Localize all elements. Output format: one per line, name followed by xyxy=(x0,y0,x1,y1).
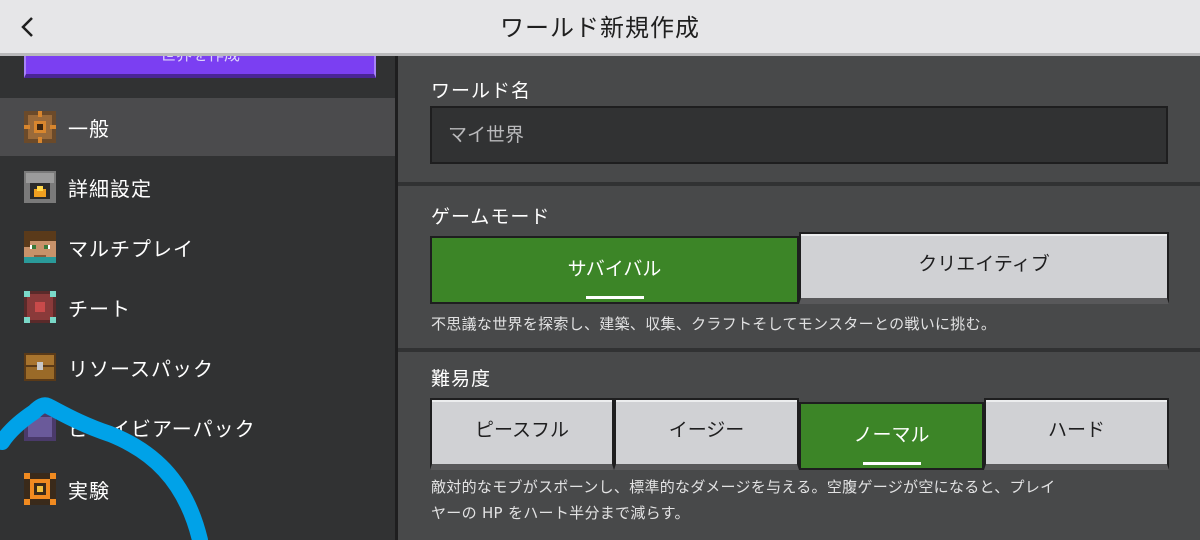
peaceful-label: ピースフル xyxy=(474,419,570,441)
sidebar-item-experiments[interactable]: 実験 xyxy=(0,460,395,518)
sidebar-item-multiplayer[interactable]: マルチプレイ xyxy=(0,218,395,276)
survival-button[interactable]: サバイバル xyxy=(430,236,799,304)
chest-icon xyxy=(24,351,56,383)
creative-button[interactable]: クリエイティブ xyxy=(799,232,1169,304)
sidebar-item-general[interactable]: 一般 xyxy=(0,98,395,156)
sidebar-item-label: 一般 xyxy=(68,116,110,141)
experiments-icon xyxy=(24,473,56,505)
hard-label: ハード xyxy=(1047,419,1105,441)
difficulty-label: 難易度 xyxy=(431,368,492,390)
sidebar-item-label: マルチプレイ xyxy=(68,236,194,261)
create-world-label: 世界を作成 xyxy=(160,56,240,64)
game-mode-section: ゲームモード サバイバル クリエイティブ 不思議な世界を探索し、建築、収集、クラ… xyxy=(398,186,1200,348)
difficulty-section: 難易度 ピースフル イージー ノーマル ハード 敵対的なモブがスポーンし、標準的… xyxy=(398,352,1200,540)
settings-panel: ワールド名 マイ世界 ゲームモード サバイバル クリエイティブ 不思議な世界を探… xyxy=(398,56,1200,540)
furnace-icon xyxy=(24,171,56,203)
peaceful-button[interactable]: ピースフル xyxy=(430,398,614,470)
normal-button[interactable]: ノーマル xyxy=(799,402,984,470)
sidebar-item-label: チート xyxy=(68,296,131,321)
command-block-icon xyxy=(24,291,56,323)
difficulty-description-line2: ヤーの HP をハート半分まで減らす。 xyxy=(431,504,690,522)
sidebar-item-advanced[interactable]: 詳細設定 xyxy=(0,158,395,216)
sidebar-item-label: 詳細設定 xyxy=(68,176,152,201)
player-head-icon xyxy=(24,231,56,263)
gear-block-icon xyxy=(24,111,56,143)
easy-label: イージー xyxy=(668,419,745,441)
selected-indicator xyxy=(862,462,921,465)
page-title: ワールド新規作成 xyxy=(500,14,700,42)
world-name-placeholder: マイ世界 xyxy=(448,124,525,146)
selected-indicator xyxy=(585,296,644,299)
title-bar: ワールド新規作成 xyxy=(0,0,1200,56)
world-name-label: ワールド名 xyxy=(431,80,532,102)
sidebar-item-cheats[interactable]: チート xyxy=(0,278,395,336)
world-name-input[interactable]: マイ世界 xyxy=(430,106,1168,164)
sidebar-item-behavior-packs[interactable]: ビヘイビアーパック xyxy=(0,398,395,456)
hard-button[interactable]: ハード xyxy=(984,398,1169,470)
difficulty-description-line1: 敵対的なモブがスポーンし、標準的なダメージを与える。空腹ゲージが空になると、プレ… xyxy=(431,478,1056,496)
create-world-button[interactable]: 世界を作成 xyxy=(24,56,376,78)
game-mode-description: 不思議な世界を探索し、建築、収集、クラフトそしてモンスターとの戦いに挑む。 xyxy=(431,315,997,333)
behavior-pack-icon xyxy=(24,411,56,443)
game-mode-label: ゲームモード xyxy=(431,206,551,228)
creative-label: クリエイティブ xyxy=(918,253,1050,275)
normal-label: ノーマル xyxy=(853,424,930,446)
sidebar-item-resource-packs[interactable]: リソースパック xyxy=(0,338,395,396)
sidebar-item-label: ビヘイビアーパック xyxy=(68,416,256,441)
sidebar-item-label: リソースパック xyxy=(68,356,214,381)
sidebar: 世界を作成 一般 詳細設定 xyxy=(0,56,398,540)
world-name-section: ワールド名 マイ世界 xyxy=(398,56,1200,182)
easy-button[interactable]: イージー xyxy=(614,398,799,470)
survival-label: サバイバル xyxy=(567,258,662,280)
sidebar-item-label: 実験 xyxy=(68,478,110,503)
